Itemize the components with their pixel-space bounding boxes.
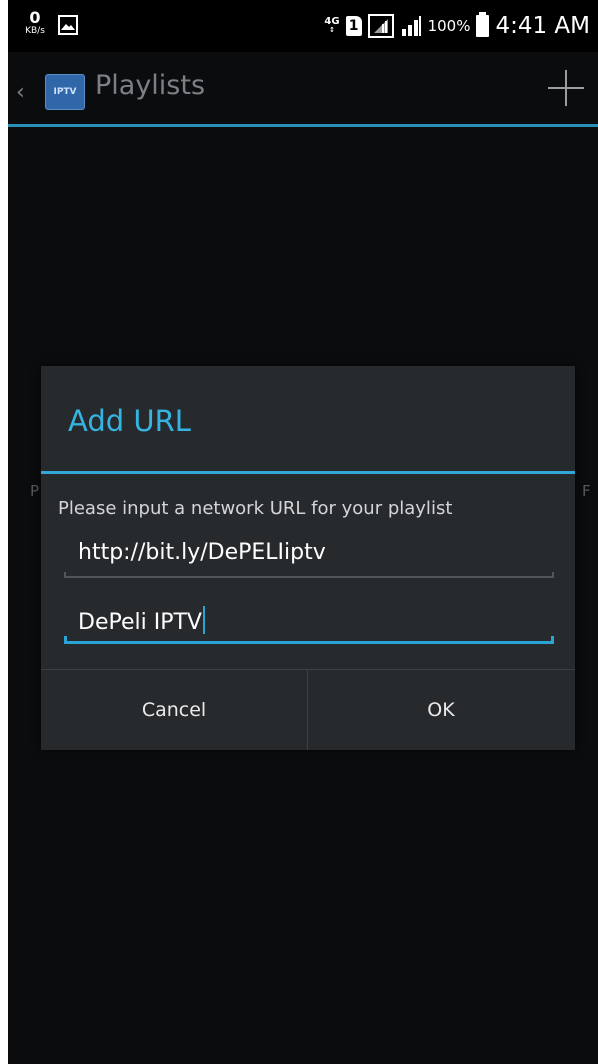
add-playlist-icon[interactable] [548, 70, 584, 106]
url-input[interactable]: http://bit.ly/DePELIiptv [64, 534, 554, 578]
dialog-title: Add URL [68, 404, 191, 438]
background-text-left: P [30, 482, 40, 500]
playlist-name-input[interactable]: DePeli IPTV [64, 600, 554, 644]
battery-icon [476, 12, 490, 37]
add-url-dialog: Add URL Please input a network URL for y… [41, 366, 575, 750]
app-screen: 0 KB/s 4G ↕ 1 100% 4:41 AM ‹ IPTV Playli… [8, 0, 598, 1064]
gallery-notification-icon [58, 15, 78, 35]
network-type-icon: 4G ↕ [324, 16, 340, 35]
signal-sim2-icon [401, 16, 421, 36]
action-bar-divider [8, 124, 598, 127]
url-input-underline [64, 572, 554, 578]
playlist-name-value: DePeli IPTV [78, 610, 202, 635]
network-speed-unit: KB/s [25, 26, 45, 36]
sim-slot-icon: 1 [345, 16, 362, 36]
text-cursor [202, 606, 205, 634]
background-text-right: F [582, 482, 591, 500]
status-bar: 0 KB/s 4G ↕ 1 100% 4:41 AM [8, 0, 598, 52]
dialog-message: Please input a network URL for your play… [58, 498, 453, 519]
cancel-button[interactable]: Cancel [41, 670, 307, 750]
ok-button[interactable]: OK [308, 670, 574, 750]
dialog-title-divider [41, 471, 575, 474]
playlist-name-underline [64, 636, 554, 644]
clock: 4:41 AM [495, 13, 590, 39]
network-speed-value: 0 [29, 8, 41, 27]
network-speed: 0 KB/s [22, 10, 48, 36]
url-input-value: http://bit.ly/DePELIiptv [78, 540, 326, 565]
page-title: Playlists [95, 70, 206, 101]
back-chevron-icon[interactable]: ‹ [16, 80, 25, 105]
iptv-app-icon[interactable]: IPTV [45, 74, 85, 110]
signal-sim1-icon [367, 14, 394, 38]
battery-percent: 100% [427, 17, 471, 35]
